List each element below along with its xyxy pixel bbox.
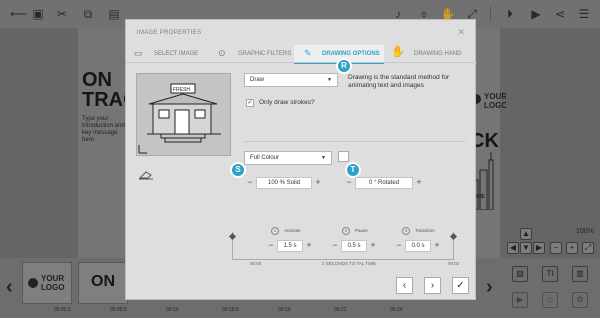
opacity-stepper: − 100 % Solid +	[244, 177, 324, 189]
close-icon[interactable]: ✕	[457, 27, 465, 38]
pause-value[interactable]: 0.5 s	[341, 240, 367, 252]
transition-increase-button[interactable]: +	[431, 240, 443, 252]
chevron-down-icon: ▼	[321, 155, 326, 161]
colour-mode-select[interactable]: Full Colour ▼	[244, 151, 332, 165]
rotation-increase-button[interactable]: +	[413, 177, 425, 189]
callout-badge-s: S	[230, 162, 246, 178]
dialog-title: IMAGE PROPERTIES	[137, 30, 202, 36]
opacity-value[interactable]: 100 % Solid	[256, 177, 312, 189]
next-button[interactable]: ›	[424, 277, 441, 294]
timing-start-time: 00:00	[250, 261, 262, 266]
section-divider	[244, 141, 466, 142]
animate-stepper: − 1.5 s +	[265, 240, 315, 252]
pen-icon: ✎	[304, 48, 312, 58]
pause-stepper: − 0.5 s +	[329, 240, 379, 252]
hand-icon: ✋	[391, 46, 405, 58]
colour-mode-value: Full Colour	[250, 155, 280, 161]
callout-badge-r: R	[336, 58, 352, 74]
tab-drawing-options[interactable]: DRAWING OPTIONS	[322, 45, 380, 63]
transition-stepper: − 0.0 s +	[393, 240, 443, 252]
tab-select-image[interactable]: SELECT IMAGE	[154, 45, 198, 63]
pause-decrease-button[interactable]: −	[329, 240, 341, 252]
rotation-stepper: − 0 ° Rotated +	[343, 177, 425, 189]
svg-text:FRESH: FRESH	[173, 87, 190, 93]
animate-decrease-button[interactable]: −	[265, 240, 277, 252]
chevron-down-icon: ▼	[327, 77, 332, 83]
rotation-value[interactable]: 0 ° Rotated	[355, 177, 413, 189]
timing-end-time: 00:02	[448, 261, 460, 266]
only-strokes-checkbox[interactable]: ✓	[246, 99, 254, 107]
image-icon: ▭	[134, 48, 143, 58]
tab-graphic-filters[interactable]: GRAPHIC FILTERS	[238, 45, 291, 63]
opacity-increase-button[interactable]: +	[312, 177, 324, 189]
transition-value[interactable]: 0.0 s	[405, 240, 431, 252]
image-preview: FRESH	[136, 73, 231, 156]
callout-badge-t: T	[345, 162, 361, 178]
colour-swatch[interactable]	[338, 151, 349, 162]
animate-value[interactable]: 1.5 s	[277, 240, 303, 252]
toggle-icon: ⊙	[218, 48, 226, 58]
animate-increase-button[interactable]: +	[303, 240, 315, 252]
tab-drawing-hand[interactable]: DRAWING HAND	[414, 45, 461, 63]
timing-total-text: 2 SECONDS TO TAL TIME	[322, 261, 377, 266]
rotation-decrease-button[interactable]: −	[343, 177, 355, 189]
draw-description: Drawing is the standard method for anima…	[348, 74, 450, 89]
pause-increase-button[interactable]: +	[367, 240, 379, 252]
only-strokes-label: Only draw strokes?	[259, 99, 315, 106]
draw-method-value: Draw	[250, 77, 265, 83]
image-properties-dialog: IMAGE PROPERTIES ✕ ▭ SELECT IMAGE ⊙ GRAP…	[125, 19, 477, 300]
previous-button[interactable]: ‹	[396, 277, 413, 294]
confirm-button[interactable]: ✓	[452, 277, 469, 294]
drawing-hand-icon	[138, 171, 153, 180]
building-sketch-icon: FRESH	[138, 83, 221, 154]
dialog-tabs: ▭ SELECT IMAGE ⊙ GRAPHIC FILTERS ✎ DRAWI…	[126, 45, 477, 63]
draw-method-select[interactable]: Draw ▼	[244, 73, 338, 87]
opacity-decrease-button[interactable]: −	[244, 177, 256, 189]
transition-decrease-button[interactable]: −	[393, 240, 405, 252]
